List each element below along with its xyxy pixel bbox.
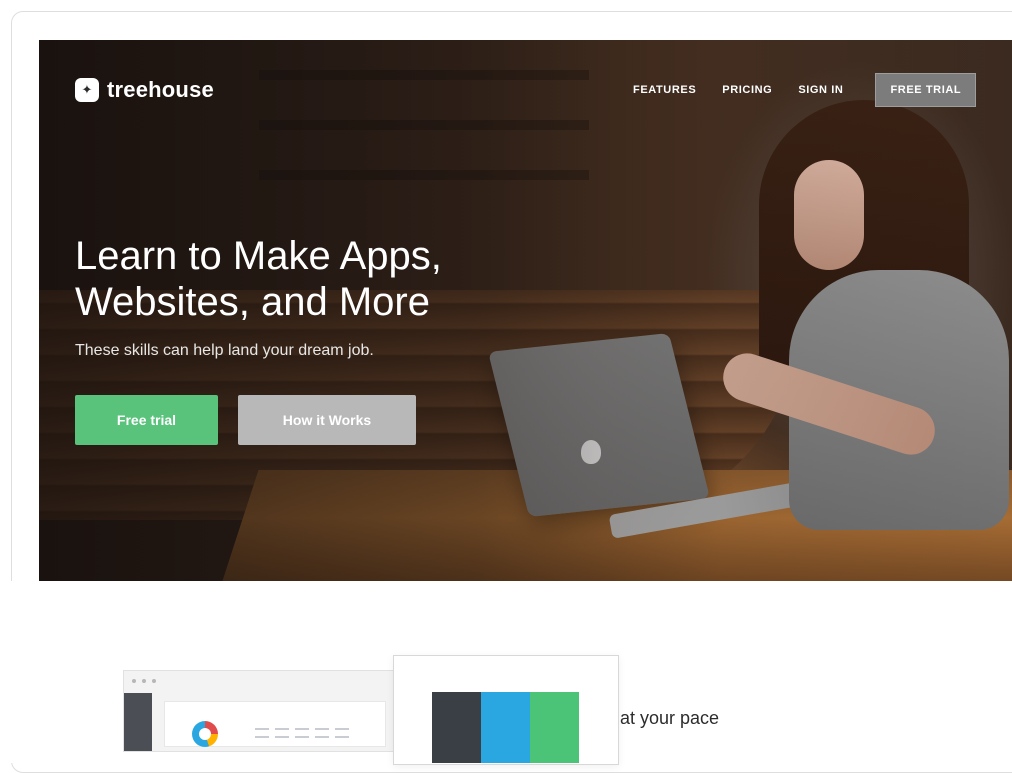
swatch-dark — [432, 692, 481, 763]
mockup-sidebar — [124, 693, 152, 751]
top-nav: FEATURES PRICING SIGN IN FREE TRIAL — [633, 73, 977, 107]
hero-headline-line2: Websites, and More — [75, 280, 430, 324]
nav-pricing[interactable]: PRICING — [722, 84, 772, 96]
nav-free-trial-button[interactable]: FREE TRIAL — [875, 73, 977, 107]
pace-text: at your pace — [620, 708, 720, 728]
mockup-line — [255, 736, 350, 738]
swatch-green — [530, 692, 579, 763]
nav-sign-in[interactable]: SIGN IN — [798, 84, 843, 96]
mockup-line — [255, 728, 350, 730]
window-controls — [132, 679, 156, 683]
treehouse-logo-icon: ✦ — [75, 78, 99, 102]
how-it-works-button[interactable]: How it Works — [238, 395, 416, 445]
free-trial-button[interactable]: Free trial — [75, 395, 218, 445]
donut-chart-icon — [192, 721, 218, 747]
app-preview-mockup — [123, 670, 405, 752]
hero-headline-line1: Learn to Make Apps, — [75, 234, 442, 278]
color-swatches — [432, 692, 579, 763]
brand-name: treehouse — [107, 77, 214, 102]
hero-headline: Learn to Make Apps, Websites, and More — [75, 233, 442, 325]
hero-subtext: These skills can help land your dream jo… — [75, 342, 374, 359]
window-dot — [142, 679, 146, 683]
mockup-text-lines — [255, 728, 350, 738]
swatch-blue — [481, 692, 530, 763]
nav-features[interactable]: FEATURES — [633, 84, 696, 96]
window-dot — [152, 679, 156, 683]
window-dot — [132, 679, 136, 683]
brand[interactable]: ✦ treehouse — [75, 77, 214, 103]
